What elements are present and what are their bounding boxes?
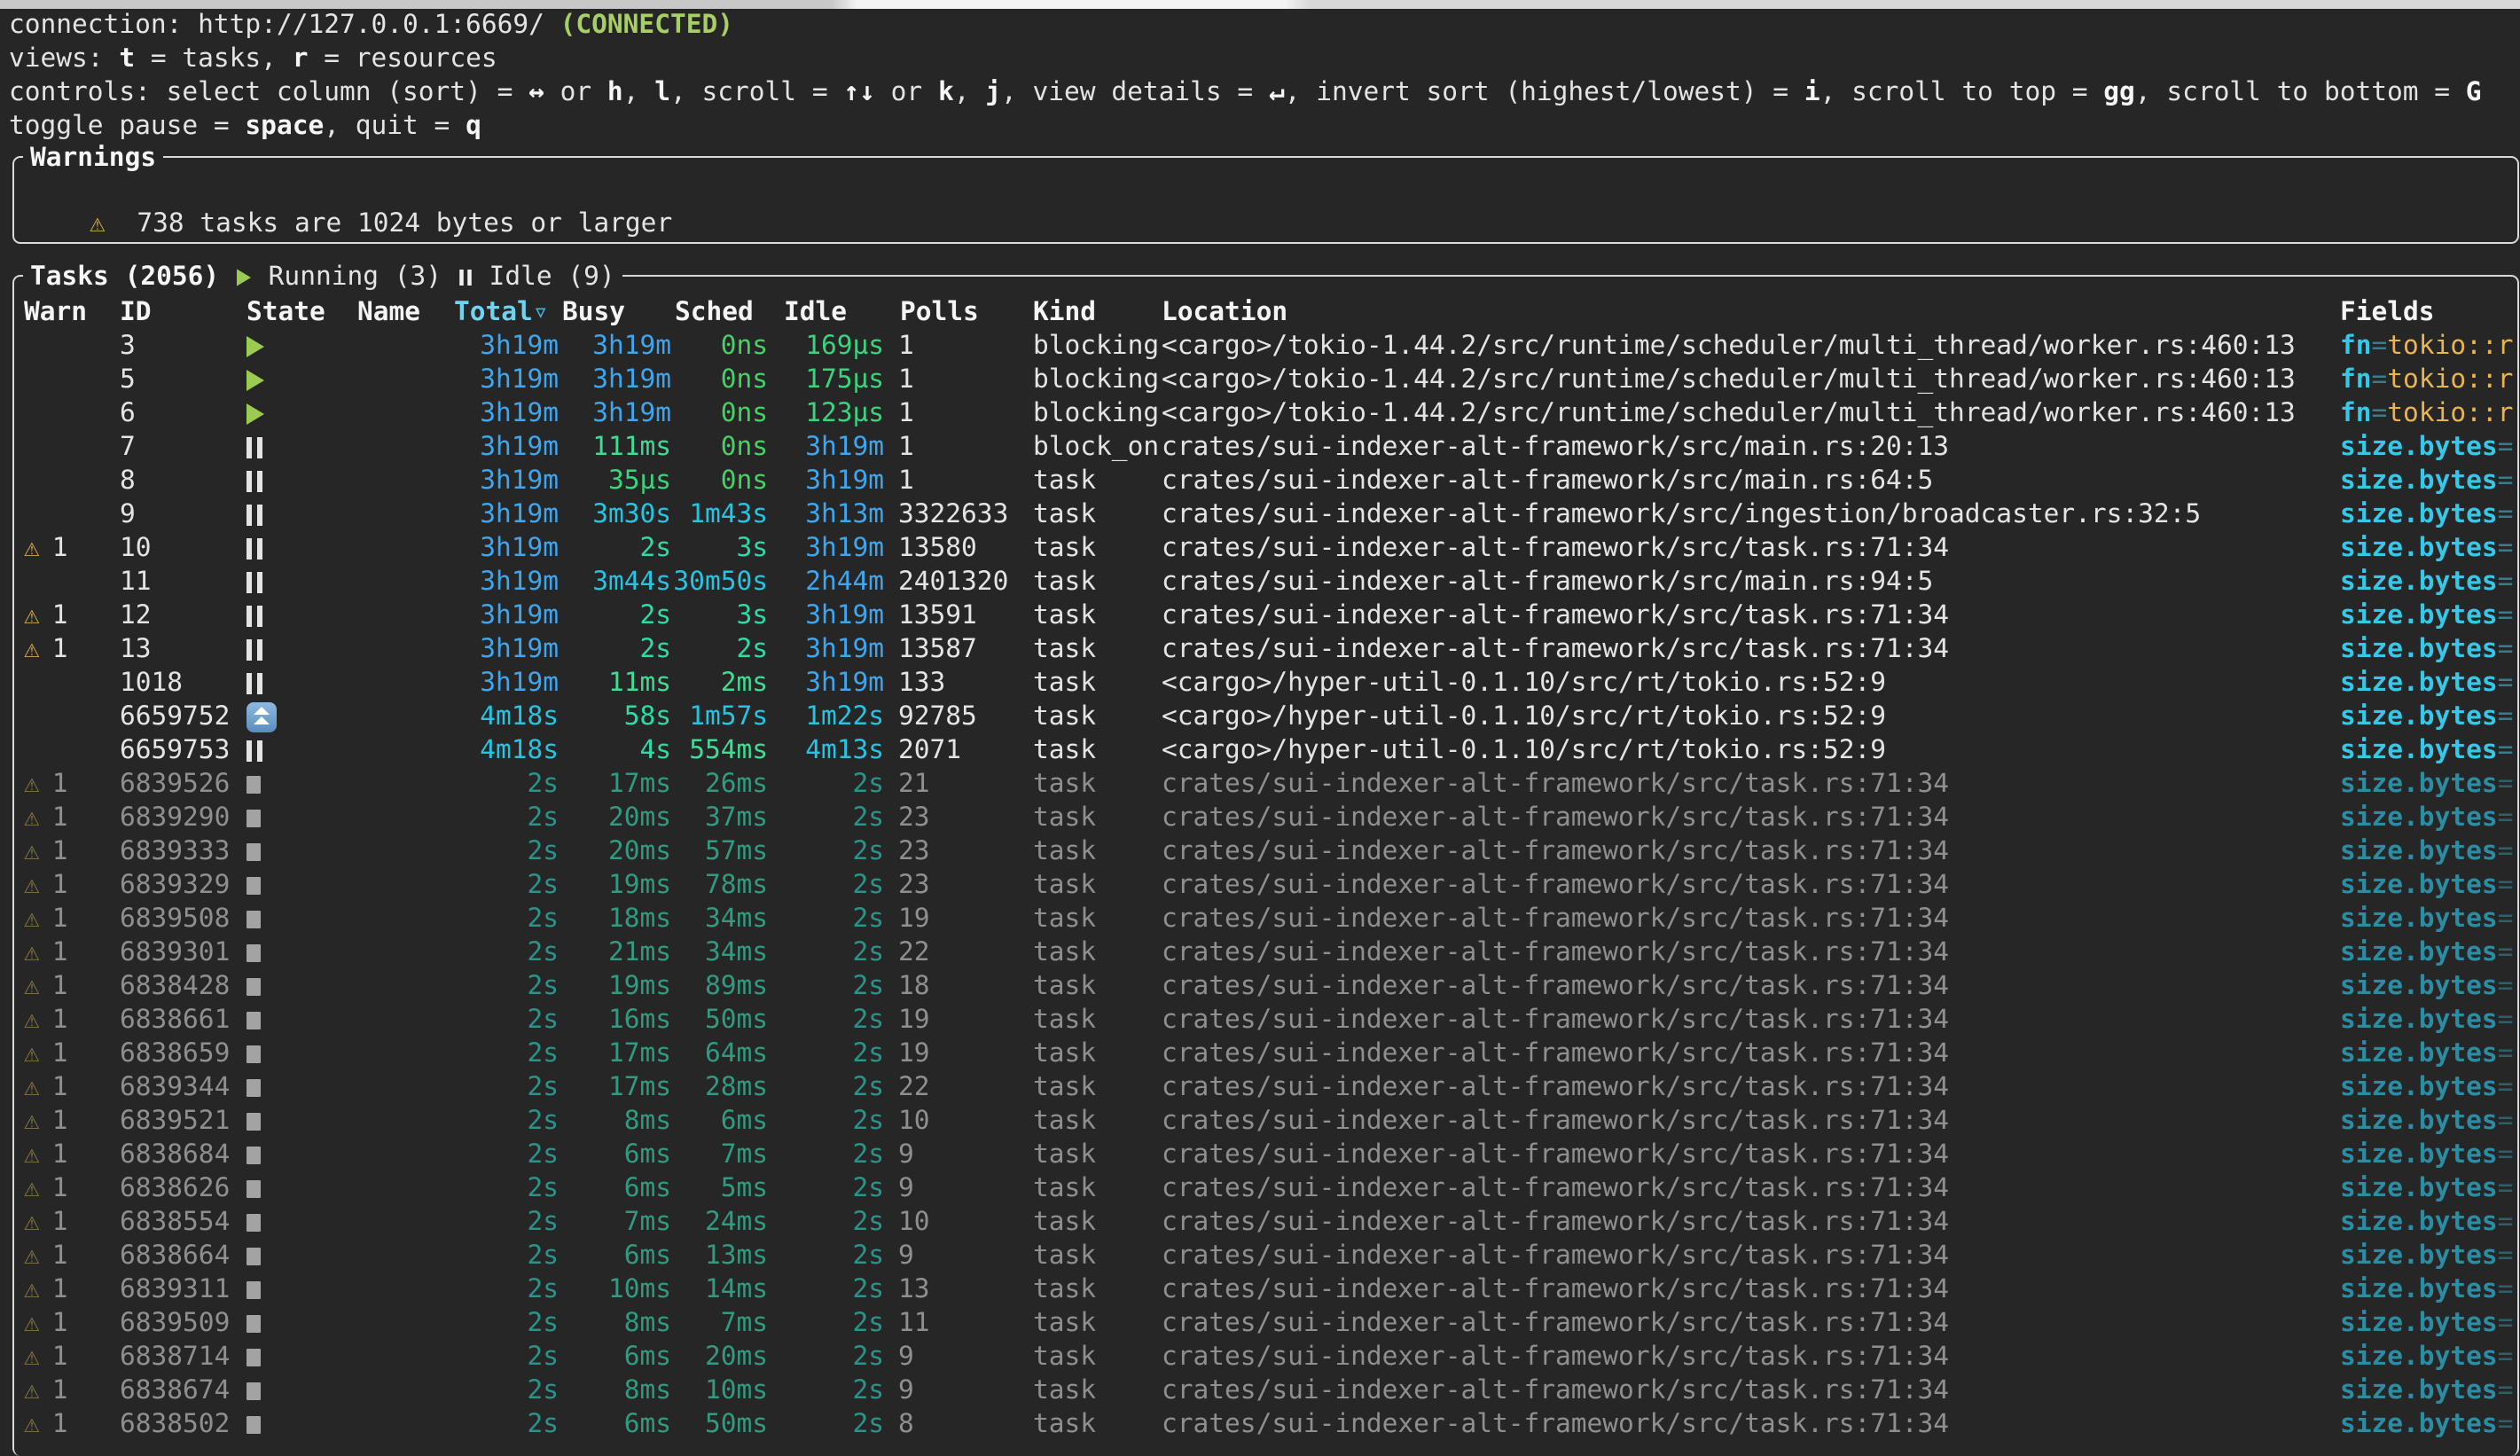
- pause-quit-help-line: toggle pause = space, quit = q: [9, 108, 481, 142]
- idle-state-icon: [459, 270, 472, 286]
- help-text-segment: ,: [623, 76, 655, 106]
- idle-count-label: Idle (9): [473, 261, 615, 291]
- help-text-segment: toggle pause =: [9, 110, 245, 140]
- tasks-box-title: Tasks (2056) Running (3) Idle (9): [23, 259, 622, 293]
- help-text-segment: q: [466, 110, 481, 140]
- running-state-icon: [237, 269, 251, 286]
- help-text-segment: ↔: [528, 76, 544, 106]
- help-text-segment: = tasks,: [135, 43, 293, 73]
- help-text-segment: , view details =: [1001, 76, 1269, 106]
- views-help-line: views: t = tasks, r = resources: [9, 41, 497, 74]
- tasks-box: Tasks (2056) Running (3) Idle (9): [12, 275, 2519, 1456]
- controls-help-line: controls: select column (sort) = ↔ or h,…: [9, 74, 2482, 108]
- running-count-label: Running (3): [253, 261, 458, 291]
- help-text-segment: or: [875, 76, 938, 106]
- help-text-segment: , scroll =: [670, 76, 843, 106]
- help-text-segment: i: [1804, 76, 1820, 106]
- tasks-count-label: Tasks (2056): [30, 261, 219, 291]
- help-text-segment: , scroll to top =: [1820, 76, 2104, 106]
- help-text-segment: ↵: [1269, 76, 1285, 106]
- warning-item: ⚠ 738 tasks are 1024 bytes or larger: [27, 172, 672, 273]
- help-text-segment: space: [245, 110, 324, 140]
- connection-status-line: connection: http://127.0.0.1:6669/ (CONN…: [9, 7, 733, 41]
- help-text-segment: ,: [954, 76, 986, 106]
- help-text-segment: controls: select column (sort) =: [9, 76, 528, 106]
- tokio-console-screen: { "colors": { "background": "#262626", "…: [0, 0, 2520, 1438]
- help-text-segment: , scroll to bottom =: [2135, 76, 2466, 106]
- warning-text: 738 tasks are 1024 bytes or larger: [137, 207, 672, 238]
- help-text-segment: ↑↓: [843, 76, 875, 106]
- help-text-segment: or: [544, 76, 607, 106]
- warnings-box-title: Warnings: [23, 140, 163, 174]
- help-text-segment: j: [985, 76, 1001, 106]
- help-text-segment: , invert sort (highest/lowest) =: [1285, 76, 1804, 106]
- warning-icon: ⚠: [90, 207, 106, 238]
- help-text-segment: gg: [2103, 76, 2135, 106]
- help-text-segment: k: [938, 76, 954, 106]
- help-text-segment: = resources: [308, 43, 497, 73]
- help-text-segment: , quit =: [324, 110, 466, 140]
- help-text-segment: views:: [9, 43, 119, 73]
- warnings-box: Warnings ⚠ 738 tasks are 1024 bytes or l…: [12, 156, 2519, 244]
- help-text-segment: G: [2466, 76, 2482, 106]
- help-text-segment: h: [607, 76, 623, 106]
- help-text-segment: l: [654, 76, 670, 106]
- help-text-segment: (CONNECTED): [560, 9, 733, 39]
- help-text-segment: connection: http://127.0.0.1:6669/: [9, 9, 560, 39]
- help-text-segment: t: [119, 43, 135, 73]
- help-text-segment: r: [293, 43, 309, 73]
